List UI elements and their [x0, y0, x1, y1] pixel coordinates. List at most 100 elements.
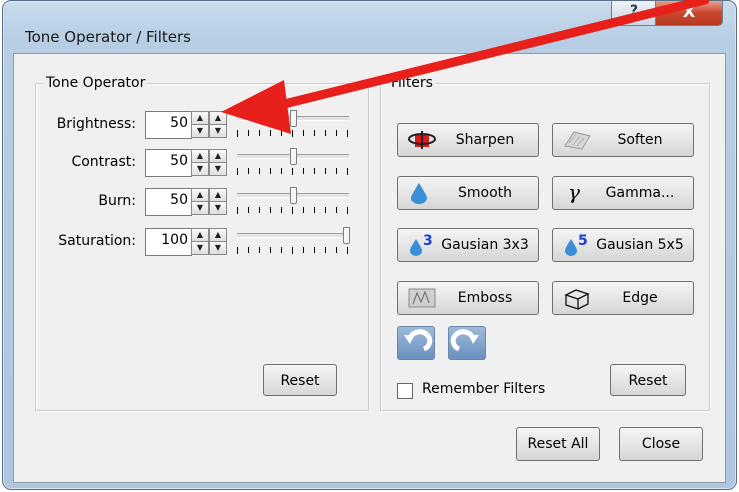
spin-down-arrow-icon[interactable]: ▼ — [191, 162, 209, 176]
tick-mark — [237, 247, 238, 254]
tick-mark — [314, 168, 315, 174]
svg-text:γ: γ — [568, 181, 580, 204]
saturation-label: Saturation: — [58, 233, 136, 249]
slider-thumb[interactable] — [290, 187, 297, 204]
close-button[interactable]: Close — [619, 427, 703, 461]
close-window-button[interactable]: X — [655, 1, 723, 26]
spin-down-arrow-icon[interactable]: ▼ — [209, 241, 227, 255]
contrast-value: 50 — [170, 153, 188, 169]
water-drop-icon — [407, 181, 433, 205]
help-button[interactable]: ? — [611, 1, 657, 26]
spin-down-arrow-icon[interactable]: ▼ — [209, 201, 227, 215]
spin-down-arrow-icon[interactable]: ▼ — [191, 201, 209, 215]
burn-input[interactable]: 50 — [145, 188, 192, 216]
tick-mark — [292, 207, 293, 214]
soften-icon — [562, 128, 591, 152]
tick-mark — [237, 168, 238, 175]
filter-button-label: Soften — [617, 132, 663, 148]
slider-ticks — [237, 207, 349, 214]
filters-group-label: Filters — [389, 75, 435, 91]
tick-mark — [325, 207, 326, 213]
tone-reset-button[interactable]: Reset — [263, 364, 337, 396]
emboss-button[interactable]: Emboss — [397, 281, 539, 315]
cube-edge-icon — [562, 286, 590, 310]
filter-button-label: Sharpen — [455, 132, 515, 148]
tick-mark — [281, 130, 282, 136]
tone-operator-group-label: Tone Operator — [44, 75, 148, 91]
brightness-spinner[interactable]: ▲ ▲ ▼ ▼ — [191, 111, 227, 138]
slider-thumb[interactable] — [343, 227, 350, 244]
filters-reset-button[interactable]: Reset — [610, 364, 686, 396]
tick-mark — [325, 168, 326, 174]
brightness-slider[interactable] — [235, 110, 351, 140]
tick-mark — [303, 168, 304, 174]
slider-ticks — [237, 247, 349, 254]
gamma-button[interactable]: γ Gamma... — [552, 176, 694, 210]
spin-down-arrow-icon[interactable]: ▼ — [209, 124, 227, 138]
saturation-spinner[interactable]: ▲ ▲ ▼ ▼ — [191, 228, 227, 255]
filter-button-label: Gamma... — [605, 185, 675, 201]
slider-thumb[interactable] — [290, 110, 297, 127]
sharpen-button[interactable]: Sharpen — [397, 123, 539, 157]
tick-mark — [281, 168, 282, 174]
brightness-value: 50 — [170, 115, 188, 131]
tick-mark — [248, 130, 249, 136]
spin-up-arrow-icon[interactable]: ▲ — [209, 149, 227, 163]
tick-mark — [325, 130, 326, 136]
contrast-slider[interactable] — [235, 148, 351, 178]
remember-filters-label: Remember Filters — [422, 381, 546, 397]
tick-mark — [336, 207, 337, 213]
slider-thumb[interactable] — [290, 148, 297, 165]
saturation-input[interactable]: 100 — [145, 228, 192, 256]
spin-up-arrow-icon[interactable]: ▲ — [191, 228, 209, 242]
spin-up-arrow-icon[interactable]: ▲ — [209, 111, 227, 125]
brightness-label: Brightness: — [56, 116, 136, 132]
gausian-5x5-button[interactable]: 5 Gausian 5x5 — [552, 228, 694, 262]
saturation-slider[interactable] — [235, 227, 351, 257]
brightness-input[interactable]: 50 — [145, 111, 192, 139]
tick-mark — [347, 168, 348, 175]
slider-track — [237, 233, 349, 238]
window-title: Tone Operator / Filters — [25, 28, 191, 46]
tick-mark — [336, 247, 337, 253]
spin-down-arrow-icon[interactable]: ▼ — [191, 124, 209, 138]
tick-mark — [270, 168, 271, 174]
burn-value: 50 — [170, 192, 188, 208]
dialog-body: Tone Operator Reset Filters Remember Fil… — [13, 53, 726, 483]
spin-up-arrow-icon[interactable]: ▲ — [191, 149, 209, 163]
tick-mark — [303, 207, 304, 213]
reset-all-button[interactable]: Reset All — [516, 427, 600, 461]
tick-mark — [237, 130, 238, 137]
slider-ticks — [237, 168, 349, 175]
tick-mark — [259, 168, 260, 174]
spin-up-arrow-icon[interactable]: ▲ — [209, 188, 227, 202]
spin-up-arrow-icon[interactable]: ▲ — [191, 188, 209, 202]
redo-button[interactable] — [448, 326, 486, 360]
sharpen-icon — [407, 128, 436, 152]
contrast-spinner[interactable]: ▲ ▲ ▼ ▼ — [191, 149, 227, 176]
tick-mark — [303, 130, 304, 136]
tick-mark — [314, 207, 315, 213]
spin-up-arrow-icon[interactable]: ▲ — [191, 111, 209, 125]
spin-down-arrow-icon[interactable]: ▼ — [191, 241, 209, 255]
tick-mark — [336, 130, 337, 136]
edge-button[interactable]: Edge — [552, 281, 694, 315]
close-icon: X — [682, 2, 696, 21]
burn-slider[interactable] — [235, 187, 351, 217]
burn-spinner[interactable]: ▲ ▲ ▼ ▼ — [191, 188, 227, 215]
slider-ticks — [237, 130, 349, 137]
undo-button[interactable] — [397, 326, 435, 360]
contrast-input[interactable]: 50 — [145, 149, 192, 177]
tick-mark — [303, 247, 304, 253]
tick-mark — [347, 130, 348, 137]
burn-label: Burn: — [98, 193, 136, 209]
smooth-button[interactable]: Smooth — [397, 176, 539, 210]
soften-button[interactable]: Soften — [552, 123, 694, 157]
spin-down-arrow-icon[interactable]: ▼ — [209, 162, 227, 176]
gausian-3x3-button[interactable]: 3 Gausian 3x3 — [397, 228, 539, 262]
filter-button-label: Gausian 3x3 — [441, 237, 529, 253]
redo-icon — [450, 329, 479, 352]
filter-button-label: Gausian 5x5 — [596, 237, 684, 253]
remember-filters-checkbox[interactable] — [397, 383, 413, 399]
spin-up-arrow-icon[interactable]: ▲ — [209, 228, 227, 242]
